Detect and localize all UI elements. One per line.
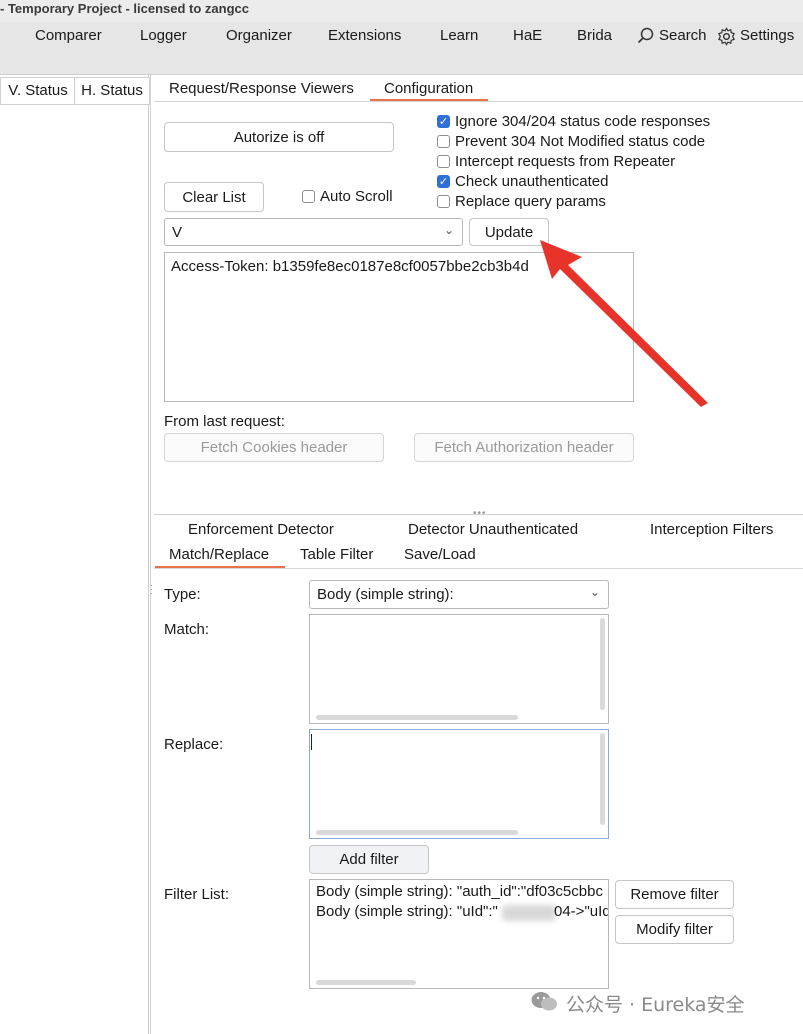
replace-hscrollbar[interactable] [316, 830, 518, 835]
tab-configuration[interactable]: Configuration [384, 80, 473, 97]
modify-filter-button[interactable]: Modify filter [615, 915, 734, 944]
tab-organizer[interactable]: Organizer [226, 27, 292, 44]
tab-logger[interactable]: Logger [140, 27, 187, 44]
tab-interception-filters[interactable]: Interception Filters [650, 521, 773, 538]
clear-list-button[interactable]: Clear List [164, 182, 264, 212]
tab-table-filter[interactable]: Table Filter [300, 546, 373, 563]
watermark: 公众号 · Eureka安全 [530, 988, 800, 1016]
splitter-handle-icon[interactable]: ••• [473, 508, 487, 519]
gear-icon [718, 27, 735, 46]
tab-detector-unauthenticated[interactable]: Detector Unauthenticated [408, 521, 578, 538]
type-select-value: Body (simple string): [317, 586, 454, 603]
auto-scroll-label: Auto Scroll [320, 188, 393, 205]
fetch-authorization-button[interactable]: Fetch Authorization header [414, 433, 634, 462]
lower-tab-divider [154, 568, 803, 569]
match-label: Match: [164, 621, 210, 638]
filter-list-label: Filter List: [164, 886, 230, 903]
match-vscrollbar[interactable] [600, 618, 605, 710]
header-select[interactable]: V ⌄ [164, 218, 463, 246]
replace-query-params-checkbox[interactable] [437, 195, 450, 208]
header-select-value: V [172, 224, 183, 241]
ignore-304-label: Ignore 304/204 status code responses [455, 113, 711, 130]
prevent-304-label: Prevent 304 Not Modified status code [455, 133, 706, 150]
drag-handle-icon[interactable]: · · · [150, 581, 153, 598]
replace-query-params-label: Replace query params [455, 193, 606, 210]
intercept-repeater-checkbox[interactable] [437, 155, 450, 168]
text-cursor [311, 734, 312, 750]
add-filter-button[interactable]: Add filter [309, 845, 429, 874]
tab-divider [154, 101, 803, 102]
auto-scroll-checkbox[interactable] [302, 190, 315, 203]
type-select[interactable]: Body (simple string): ⌄ [309, 580, 609, 609]
replace-label: Replace: [164, 736, 224, 753]
check-unauthenticated-checkbox[interactable]: ✓ [437, 175, 450, 188]
intercept-repeater-label: Intercept requests from Repeater [455, 153, 676, 170]
chevron-down-icon: ⌄ [443, 223, 454, 237]
wechat-icon [531, 992, 557, 1011]
filter-item-suffix: 04->"uId" [554, 903, 608, 920]
column-h-status[interactable]: H. Status [74, 77, 150, 105]
filter-list-item[interactable]: Body (simple string): "auth_id":"df03c5c… [316, 883, 603, 900]
search-label: Search [659, 27, 707, 44]
tab-enforcement-detector[interactable]: Enforcement Detector [188, 521, 334, 538]
ignore-304-checkbox[interactable]: ✓ [437, 115, 450, 128]
panel-divider[interactable] [150, 75, 151, 1034]
replace-vscrollbar[interactable] [600, 733, 605, 825]
from-last-request-label: From last request: [164, 413, 285, 430]
window-title: - Temporary Project - licensed to zangcc [0, 1, 249, 16]
autorize-toggle-button[interactable]: Autorize is off [164, 122, 394, 152]
chevron-down-icon: ⌄ [589, 585, 600, 599]
results-table[interactable] [0, 75, 149, 1034]
check-unauthenticated-label: Check unauthenticated [455, 173, 609, 190]
match-hscrollbar[interactable] [316, 715, 518, 720]
remove-filter-button[interactable]: Remove filter [615, 880, 734, 909]
watermark-text: 公众号 · Eureka安全 [566, 994, 745, 1016]
filter-list[interactable]: Body (simple string): "auth_id":"df03c5c… [309, 879, 609, 989]
annotation-arrow-icon [540, 240, 708, 407]
filter-list-item[interactable]: Body (simple string): "uId":" 04->"uId" [316, 903, 608, 923]
search-icon [637, 27, 654, 44]
replace-textarea[interactable] [309, 729, 609, 839]
filter-list-hscrollbar[interactable] [316, 980, 416, 985]
tab-comparer[interactable]: Comparer [35, 27, 102, 44]
fetch-cookies-button[interactable]: Fetch Cookies header [164, 433, 384, 462]
tab-save-load[interactable]: Save/Load [404, 546, 476, 563]
prevent-304-checkbox[interactable] [437, 135, 450, 148]
type-label: Type: [164, 586, 201, 603]
tab-learn[interactable]: Learn [440, 27, 478, 44]
tab-extensions[interactable]: Extensions [328, 27, 401, 44]
tab-brida[interactable]: Brida [577, 27, 612, 44]
tab-request-response-viewers[interactable]: Request/Response Viewers [169, 80, 354, 97]
match-textarea[interactable] [309, 614, 609, 724]
headers-text: Access-Token: b1359fe8ec0187e8cf0057bbe2… [171, 258, 529, 275]
filter-item-prefix: Body (simple string): "uId":" [316, 903, 498, 920]
settings-label: Settings [740, 27, 795, 44]
column-v-status[interactable]: V. Status [0, 77, 76, 105]
tab-match-replace[interactable]: Match/Replace [169, 546, 269, 563]
tab-hae[interactable]: HaE [513, 27, 542, 44]
redacted-blur [502, 905, 556, 921]
